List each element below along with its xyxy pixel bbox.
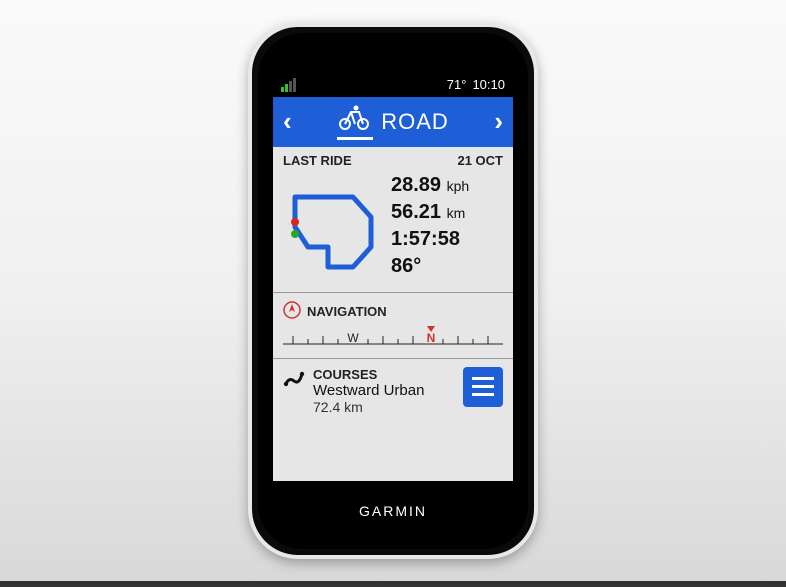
status-left [281, 78, 296, 92]
compass-ruler: W N [283, 326, 503, 348]
stat-speed: 28.89 kph [391, 172, 503, 199]
stat-duration: 1:57:58 [391, 226, 503, 253]
last-ride-stats: 28.89 kph 56.21 km 1:57:58 86° [391, 172, 503, 282]
profile-center[interactable]: ROAD [337, 104, 449, 140]
courses-distance: 72.4 km [313, 399, 424, 415]
route-map [283, 172, 383, 282]
compass-icon [283, 301, 301, 322]
device-bezel: 71° 10:10 ‹ [258, 33, 528, 549]
courses-label: COURSES [313, 367, 424, 382]
courses-name: Westward Urban [313, 382, 424, 399]
svg-text:N: N [427, 331, 436, 345]
last-ride-date: 21 OCT [457, 153, 503, 168]
profile-header: ‹ ROAD › [273, 97, 513, 147]
screen: 71° 10:10 ‹ [273, 73, 513, 481]
profile-label: ROAD [381, 109, 449, 135]
status-right: 71° 10:10 [447, 77, 505, 92]
cyclist-icon [337, 104, 373, 140]
status-time: 10:10 [472, 77, 505, 92]
signal-icon [281, 78, 296, 92]
svg-text:W: W [347, 331, 359, 345]
content: LAST RIDE 21 OCT [273, 147, 513, 423]
last-ride-section[interactable]: LAST RIDE 21 OCT [273, 147, 513, 293]
stat-distance: 56.21 km [391, 199, 503, 226]
courses-section[interactable]: COURSES Westward Urban 72.4 km [273, 359, 513, 423]
status-bar: 71° 10:10 [273, 73, 513, 97]
next-profile-button[interactable]: › [494, 106, 503, 137]
route-icon [283, 367, 305, 415]
last-ride-label: LAST RIDE [283, 153, 352, 168]
prev-profile-button[interactable]: ‹ [283, 106, 292, 137]
status-temperature: 71° [447, 77, 467, 92]
menu-button[interactable] [463, 367, 503, 407]
brand-label: GARMIN [258, 503, 528, 519]
navigation-section[interactable]: NAVIGATION [273, 293, 513, 359]
device-frame: 71° 10:10 ‹ [248, 23, 538, 559]
navigation-label: NAVIGATION [307, 304, 387, 319]
stat-temperature: 86° [391, 253, 503, 280]
